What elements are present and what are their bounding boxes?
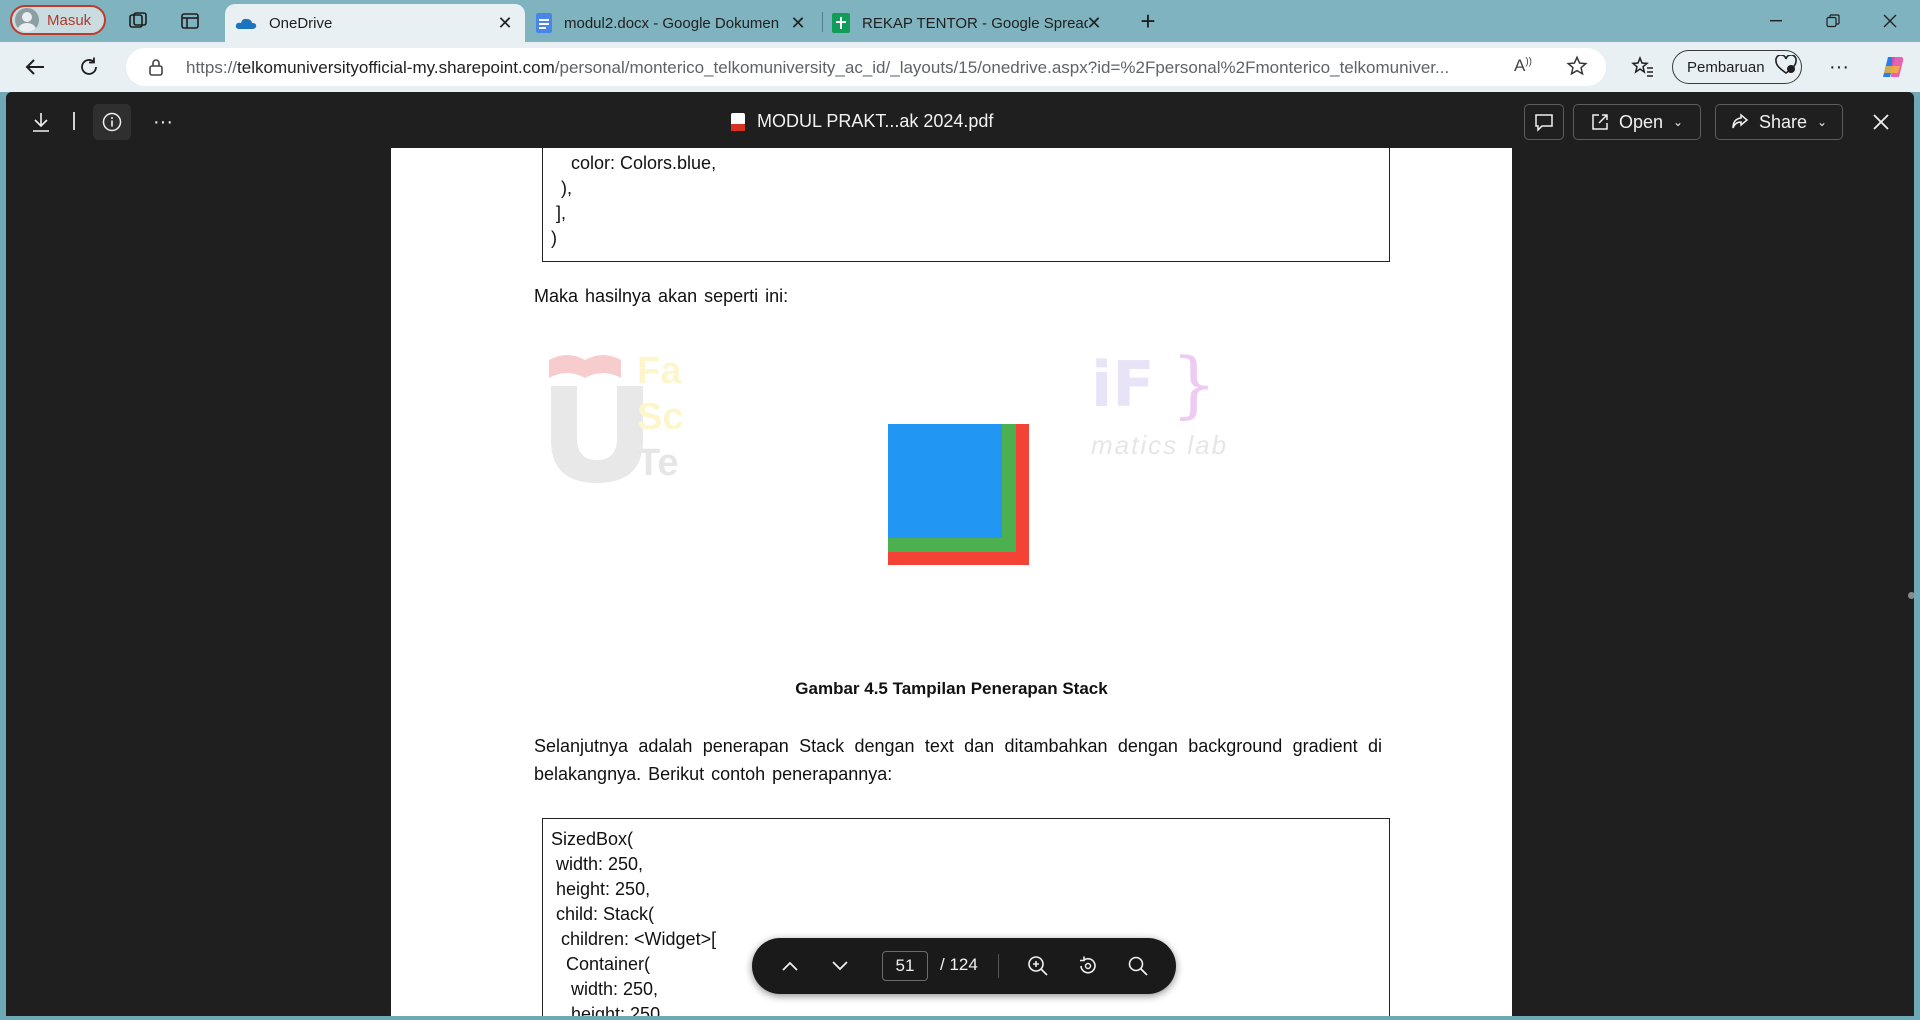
- google-sheets-icon: [832, 13, 850, 33]
- tab-title: OneDrive: [269, 14, 333, 32]
- copilot-icon[interactable]: [1878, 52, 1908, 82]
- close-tab-icon[interactable]: ✕: [1084, 13, 1104, 33]
- new-tab-icon[interactable]: +: [1136, 6, 1160, 36]
- heart-update-icon: [1774, 54, 1797, 79]
- search-icon[interactable]: [1124, 952, 1152, 980]
- figure-caption: Gambar 4.5 Tampilan Penerapan Stack: [795, 679, 1108, 698]
- code-line: height: 250,: [551, 1004, 666, 1016]
- code-line: child: Stack(: [551, 904, 655, 924]
- close-tab-icon[interactable]: ✕: [495, 13, 515, 33]
- url-text[interactable]: https://telkomuniversityofficial-my.shar…: [186, 58, 1526, 78]
- page-navigation-bar: 51 / 124: [752, 938, 1176, 994]
- back-icon[interactable]: [20, 52, 50, 82]
- close-viewer-icon[interactable]: [1864, 104, 1898, 140]
- pdf-icon: [731, 112, 745, 131]
- paragraph-line: belakangnya. Berikut contoh penerapannya…: [534, 764, 893, 784]
- telkom-university-logo: Fa Sc Te: [547, 348, 687, 488]
- informatics-lab-logo: iF } matics lab: [1091, 342, 1229, 460]
- code-line: color: Colors.blue,: [551, 153, 717, 173]
- profile-button[interactable]: Masuk: [10, 5, 106, 35]
- restore-icon[interactable]: [1813, 6, 1853, 36]
- tab-actions-icon[interactable]: [178, 9, 202, 33]
- download-icon[interactable]: [26, 104, 56, 140]
- viewer-header: ··· MODUL PRAKT...ak 2024.pdf Open ⌄ Sha…: [6, 92, 1914, 148]
- tab-divider: [822, 12, 823, 32]
- close-window-icon[interactable]: [1870, 6, 1910, 36]
- chevron-down-icon: ⌄: [1672, 115, 1684, 129]
- profile-label: Masuk: [47, 11, 92, 29]
- info-icon[interactable]: [93, 104, 131, 140]
- code-line: SizedBox(: [551, 829, 634, 849]
- address-bar[interactable]: https://telkomuniversityofficial-my.shar…: [126, 48, 1606, 86]
- code-line: width: 250,: [551, 854, 644, 874]
- stack-figure: [888, 424, 1029, 565]
- more-options-icon[interactable]: ···: [146, 104, 180, 140]
- tab-google-sheets[interactable]: REKAP TENTOR - Google Spreadsheet ✕: [824, 4, 1114, 42]
- zoom-in-icon[interactable]: [1024, 952, 1052, 980]
- update-button[interactable]: Pembaruan: [1672, 50, 1802, 84]
- code-line: ],: [551, 203, 567, 223]
- close-tab-icon[interactable]: ✕: [788, 13, 808, 33]
- avatar: [15, 8, 39, 32]
- share-icon: [1732, 113, 1749, 129]
- chevron-down-icon: ⌄: [1816, 115, 1828, 129]
- blue-container: [888, 424, 1002, 538]
- page-number-input[interactable]: 51: [882, 951, 928, 981]
- tab-title: modul2.docx - Google Dokumen: [564, 14, 780, 32]
- tab-onedrive[interactable]: OneDrive ✕: [225, 4, 525, 42]
- open-label: Open: [1618, 111, 1663, 132]
- document-title: MODUL PRAKT...ak 2024.pdf: [731, 111, 993, 132]
- next-page-icon[interactable]: [826, 952, 854, 980]
- tab-title: REKAP TENTOR - Google Spreadsheet: [862, 14, 1088, 32]
- browser-toolbar: https://telkomuniversityofficial-my.shar…: [0, 42, 1920, 92]
- open-button[interactable]: Open ⌄: [1573, 104, 1701, 140]
- scrollbar-thumb[interactable]: [1908, 592, 1914, 599]
- tab-strip: Masuk OneDrive ✕ modul2.docx - Google Do…: [0, 0, 1920, 42]
- pdf-page: color: Colors.blue, ), ], ) Maka hasilny…: [391, 148, 1512, 1016]
- paragraph: Selanjutnya adalah penerapan Stack denga…: [534, 732, 1382, 788]
- minimize-icon[interactable]: [1756, 6, 1796, 36]
- tab-google-docs[interactable]: modul2.docx - Google Dokumen ✕: [528, 4, 818, 42]
- update-label: Pembaruan: [1687, 58, 1765, 76]
- onedrive-icon: [235, 15, 257, 31]
- previous-page-icon[interactable]: [776, 952, 804, 980]
- viewer-area: ··· MODUL PRAKT...ak 2024.pdf Open ⌄ Sha…: [0, 92, 1920, 1020]
- watermark-text: matics lab: [1091, 430, 1229, 460]
- open-external-icon: [1592, 114, 1608, 130]
- share-button[interactable]: Share ⌄: [1715, 104, 1843, 140]
- read-aloud-icon[interactable]: A)): [1514, 56, 1532, 76]
- favorites-icon[interactable]: [1628, 52, 1658, 82]
- total-pages: / 124: [940, 955, 978, 974]
- intro-text: Maka hasilnya akan seperti ini:: [534, 286, 789, 306]
- more-menu-icon[interactable]: ···: [1824, 52, 1854, 82]
- code-line: ): [551, 228, 557, 248]
- code-line: ),: [551, 178, 572, 198]
- lock-icon[interactable]: [148, 58, 164, 81]
- code-line: height: 250,: [551, 879, 651, 899]
- pdf-viewer: ··· MODUL PRAKT...ak 2024.pdf Open ⌄ Sha…: [6, 92, 1914, 1016]
- refresh-icon[interactable]: [74, 52, 104, 82]
- share-label: Share: [1758, 111, 1807, 132]
- favorite-star-icon[interactable]: [1566, 55, 1588, 82]
- code-block-top: color: Colors.blue, ), ], ): [542, 148, 1390, 262]
- workspaces-icon[interactable]: [126, 9, 150, 33]
- watermark-text: Sc: [637, 396, 684, 438]
- google-docs-icon: [536, 13, 552, 33]
- header-divider: [73, 112, 75, 130]
- watermark-text: Fa: [637, 350, 682, 392]
- paragraph-line: Selanjutnya adalah penerapan Stack denga…: [534, 736, 1382, 756]
- comment-icon[interactable]: [1524, 104, 1564, 140]
- rotate-icon[interactable]: [1074, 952, 1102, 980]
- toolbar-divider: [998, 954, 999, 978]
- watermark-text: Te: [637, 442, 679, 484]
